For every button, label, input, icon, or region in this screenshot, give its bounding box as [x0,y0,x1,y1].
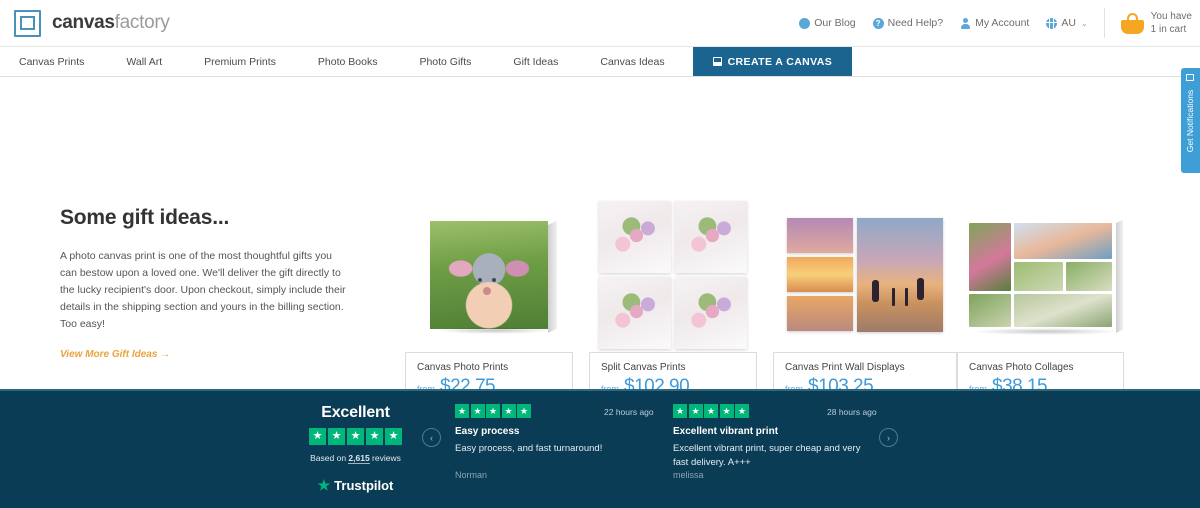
product-title: Canvas Photo Prints [417,362,509,373]
nav-item-photo-books[interactable]: Photo Books [297,47,399,76]
get-notifications-label: Get Notifications [1185,89,1196,152]
create-a-canvas-button[interactable]: CREATE A CANVAS [692,47,853,76]
star-icon: ★ [704,404,718,418]
product-title: Split Canvas Prints [601,362,686,373]
product-card-canvas-print-wall-displays[interactable]: Canvas Print Wall Displays from $103.25 [773,197,957,404]
star-icon: ★ [470,404,485,418]
trustpilot-logo-text: Trustpilot [334,478,394,493]
review-author: melissa [673,470,704,480]
intro-paragraph: A photo canvas print is one of the most … [60,250,346,330]
cart-text: You have 1 in cart [1151,10,1192,36]
nav-item-premium-prints[interactable]: Premium Prints [183,47,297,76]
header-link-region-selector[interactable]: AU ⌄ [1046,17,1088,29]
header-utility-area: Our Blog Need Help? My Account AU ⌄ [799,0,1200,46]
nav-item-photo-gifts[interactable]: Photo Gifts [398,47,492,76]
star-icon: ★ [455,404,469,418]
trustpilot-rating-word: Excellent [321,404,390,421]
header-link-label: AU [1061,17,1076,29]
review-body: Easy process, and fast turnaround! [455,443,603,454]
review-timestamp: 22 hours ago [604,407,654,417]
header-link-need-help[interactable]: Need Help? [872,17,944,29]
star-icon: ★ [688,404,703,418]
nav-item-gift-ideas[interactable]: Gift Ideas [492,47,579,76]
site-header: canvasfactory Our Blog Need Help? My Acc… [0,0,1200,47]
star-icon: ★ [328,428,345,445]
star-icon: ★ [347,428,364,445]
trustpilot-summary: Excellent ★ ★ ★ ★ ★ Based on 2,615 revie… [308,404,403,494]
star-icon: ★ [486,404,500,418]
product-image-canvas-photo-prints [405,197,573,352]
logo[interactable]: canvasfactory [14,9,170,37]
review-timestamp: 28 hours ago [827,407,877,417]
main-content: Some gift ideas... A photo canvas print … [0,77,1200,404]
page-title: Some gift ideas... [60,206,230,229]
logo-text-light: factory [114,12,170,33]
product-title: Canvas Photo Collages [969,362,1074,373]
main-navigation: Canvas Prints Wall Art Premium Prints Ph… [0,47,1200,77]
star-icon: ★ [517,404,531,418]
logo-text-bold: canvas [52,12,115,33]
help-circle-icon [872,17,884,29]
product-card-canvas-photo-prints[interactable]: Canvas Photo Prints from $22.75 [405,197,573,404]
review-title: Easy process [455,426,520,437]
trustpilot-logo[interactable]: ★ Trustpilot [308,477,403,494]
product-card-canvas-photo-collages[interactable]: Canvas Photo Collages from $38.15 [957,197,1124,404]
create-a-canvas-label: CREATE A CANVAS [727,55,833,68]
nav-item-canvas-prints[interactable]: Canvas Prints [0,47,105,76]
chevron-down-icon: ⌄ [1080,18,1088,28]
image-icon [712,57,722,66]
person-icon [960,17,971,29]
star-icon: ★ [735,404,749,418]
nav-item-wall-art[interactable]: Wall Art [105,47,183,76]
view-more-gift-ideas-link[interactable]: View More Gift Ideas → [60,349,170,360]
product-title: Canvas Print Wall Displays [785,362,905,373]
product-image-canvas-print-wall-displays [773,197,957,352]
trustpilot-stars: ★ ★ ★ ★ ★ [308,428,403,445]
star-icon: ★ [673,404,687,418]
review-count-value[interactable]: 2,615 [348,453,370,464]
review-author: Norman [455,470,488,480]
trustpilot-footer: Excellent ★ ★ ★ ★ ★ Based on 2,615 revie… [0,389,1200,508]
trustpilot-star-icon: ★ [317,477,331,493]
star-icon: ★ [719,404,734,418]
header-links: Our Blog Need Help? My Account AU ⌄ [799,17,1101,29]
product-card-split-canvas-prints[interactable]: Split Canvas Prints from $102.90 [589,197,757,404]
review-body: Excellent vibrant print, super cheap and… [673,443,861,468]
square-frame-icon [14,9,41,37]
logo-text: canvasfactory [52,12,170,34]
star-icon: ★ [309,428,326,445]
header-link-label: My Account [975,17,1030,29]
shopping-basket-icon [1120,12,1144,34]
get-notifications-tab[interactable]: Get Notifications [1181,68,1200,173]
cart-button[interactable]: You have 1 in cart [1120,10,1192,36]
bell-tab-icon [1186,74,1194,81]
globe-icon [1046,17,1058,29]
star-icon: ★ [366,428,383,445]
cart-line-1: You have [1150,11,1192,22]
nav-item-canvas-ideas[interactable]: Canvas Ideas [579,47,685,76]
star-icon: ★ [385,428,402,445]
cart-line-2: 1 in cart [1150,24,1187,35]
review-title: Excellent vibrant print [673,426,779,437]
header-link-our-blog[interactable]: Our Blog [799,17,856,29]
based-on-suffix: reviews [369,453,401,463]
carousel-next-button[interactable]: › [879,428,898,447]
carousel-prev-button[interactable]: ‹ [422,428,441,447]
blog-icon [799,17,811,29]
product-image-canvas-photo-collages [957,197,1124,352]
header-link-label: Our Blog [814,17,856,29]
header-divider [1103,8,1105,38]
header-link-my-account[interactable]: My Account [960,17,1029,29]
star-icon: ★ [501,404,516,418]
trustpilot-review-count: Based on 2,615 reviews [308,453,403,464]
product-image-split-canvas-prints [589,197,757,352]
based-on-prefix: Based on [310,453,349,463]
header-link-label: Need Help? [887,17,944,29]
intro-block: Some gift ideas... A photo canvas print … [60,206,350,362]
